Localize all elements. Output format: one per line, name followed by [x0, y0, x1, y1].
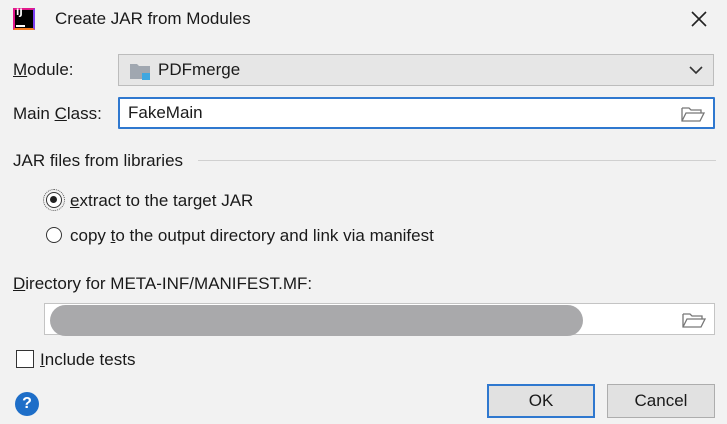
copy-radio[interactable] — [46, 227, 62, 243]
browse-folder-icon[interactable] — [681, 105, 705, 123]
group-separator — [198, 160, 716, 161]
app-icon-text: IJ — [16, 8, 23, 18]
chevron-down-icon — [689, 66, 703, 75]
copy-radio-label[interactable]: copy to the output directory and link vi… — [70, 225, 434, 247]
manifest-dir-field[interactable] — [44, 303, 715, 336]
close-icon — [691, 11, 707, 27]
ok-button[interactable]: OK — [487, 384, 595, 418]
main-class-value: FakeMain — [128, 103, 203, 122]
main-class-label: Main Class: — [13, 104, 102, 123]
module-value: PDFmerge — [158, 60, 241, 79]
dialog-title: Create JAR from Modules — [55, 9, 251, 28]
cancel-button[interactable]: Cancel — [607, 384, 715, 418]
libraries-group-label: JAR files from libraries — [13, 151, 184, 170]
module-label: Module: — [13, 60, 74, 79]
intellij-idea-icon: IJ — [13, 8, 35, 30]
include-tests-checkbox[interactable] — [16, 350, 34, 368]
include-tests-label[interactable]: Include tests — [40, 349, 135, 371]
module-folder-icon — [130, 64, 150, 80]
manifest-dir-label: Directory for META-INF/MANIFEST.MF: — [13, 274, 313, 293]
main-class-field[interactable]: FakeMain — [118, 97, 715, 129]
browse-folder-icon[interactable] — [682, 311, 706, 329]
extract-radio[interactable] — [43, 189, 65, 211]
module-combobox[interactable]: PDFmerge — [118, 54, 714, 86]
extract-radio-label[interactable]: extract to the target JAR — [70, 190, 253, 212]
redacted-path — [50, 305, 583, 336]
close-button[interactable] — [684, 4, 714, 34]
help-button[interactable]: ? — [15, 392, 39, 416]
